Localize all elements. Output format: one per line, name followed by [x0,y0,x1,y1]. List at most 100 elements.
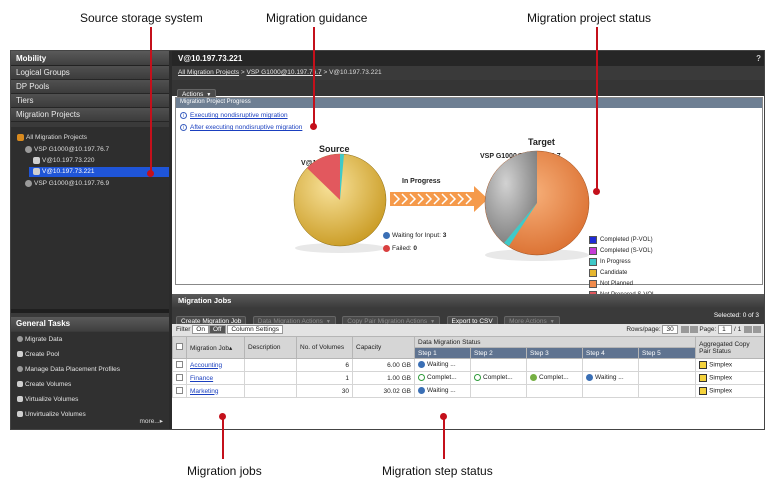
row-checkbox[interactable] [176,386,183,394]
task-migrate-data[interactable]: Migrate Data [17,336,62,343]
row-select-cell[interactable] [172,371,187,385]
legend-item: Candidate [589,267,655,278]
step-status-cell [637,358,697,372]
virtualize-icon [17,396,23,403]
waiting-status: Waiting for Input: 3 [383,232,446,239]
migration-jobs-toolbar: Create Migration Job Data Migration Acti… [172,308,764,327]
col-description[interactable]: Description [244,336,297,359]
step-status-cell[interactable]: Complet... [470,371,527,385]
task-label: Migrate Data [25,336,63,343]
rows-per-page-label: Rows/page: [626,326,661,333]
step-status-cell[interactable]: Complet... [526,371,583,385]
breadcrumb-storage[interactable]: VSP G1000@10.197.76.7 [246,69,321,76]
table-row[interactable]: Finance 1 1.00 GB Complet... Complet... Compl… [172,371,764,385]
actions-bar: Actions ▼ [172,80,764,100]
col-step-2[interactable]: Step 2 [470,347,527,359]
column-settings-button[interactable]: Column Settings [227,325,284,334]
job-name-link[interactable]: Accounting [190,362,222,369]
failed-status: Failed: 0 [383,245,417,252]
legend-swatch [589,246,597,255]
sidebar-item-dp-pools[interactable]: DP Pools [11,80,169,94]
step-status-cell [637,384,697,398]
next-page-icon[interactable] [744,325,752,333]
waiting-count: 3 [442,232,447,240]
progress-graphic [293,150,590,261]
filter-on-toggle[interactable]: On [192,325,209,334]
col-migration-job[interactable]: Migration Job▴ [186,336,245,359]
sidebar-splitter[interactable] [11,309,169,313]
task-create-pool[interactable]: Create Pool [17,351,59,358]
simplex-icon [699,387,708,395]
description-cell [244,371,297,385]
tree-node-vm-220[interactable]: V@10.197.73.220 [33,156,95,166]
select-all-checkbox[interactable] [176,343,183,350]
tree-node-all-projects[interactable]: All Migration Projects [17,133,87,143]
step-status-cell[interactable]: Complet... [414,371,471,385]
step-status-label: Complet... [427,374,457,382]
filter-off-toggle[interactable]: Off [208,325,226,334]
row-checkbox[interactable] [176,373,183,381]
row-select-cell[interactable] [172,384,187,398]
volumes-cell: 30 [296,384,353,398]
aggregated-status-label: Simplex [709,361,733,369]
filter-label: Filter [176,326,191,333]
migration-jobs-table: Migration Job▴ Description No. of Volume… [172,336,764,398]
task-label: Create Pool [25,351,60,358]
volumes-cell: 1 [296,371,353,385]
job-name-link[interactable]: Marketing [190,388,219,395]
step-status-cell[interactable]: Waiting ... [414,384,471,398]
col-volumes[interactable]: No. of Volumes [296,336,353,359]
col-step-3[interactable]: Step 3 [526,347,583,359]
row-select-cell[interactable] [172,358,187,372]
page-label: Page: [699,326,717,333]
step-status-label: Waiting ... [595,374,624,382]
col-step-4[interactable]: Step 4 [582,347,639,359]
rows-per-page-select[interactable]: 30 [662,325,678,334]
tree-node-storage-76-7[interactable]: VSP G1000@10.197.76.7 [25,145,109,155]
callout-line-project-status [596,27,598,192]
sidebar-item-tiers[interactable]: Tiers [11,94,169,108]
last-page-icon[interactable] [753,325,761,333]
step-status-cell [526,358,583,372]
aggregated-status-label: Simplex [709,387,733,395]
prev-page-icon[interactable] [689,325,698,333]
row-checkbox[interactable] [176,360,183,368]
folder-icon [17,133,24,141]
volumes-cell: 6 [296,358,353,372]
tree-node-label: VSP G1000@10.197.76.7 [34,146,110,153]
legend-label: Not Planned [600,280,634,287]
callout-project-status: Migration project status [527,11,652,25]
task-create-volumes[interactable]: Create Volumes [17,381,71,388]
first-page-icon[interactable] [680,325,689,333]
page-input[interactable]: 1 [718,325,733,334]
job-name-link[interactable]: Finance [190,375,213,382]
sidebar-item-migration-projects[interactable]: Migration Projects [11,108,169,122]
table-row[interactable]: Accounting 6 6.00 GB Waiting ... Simplex [172,358,764,372]
step-status-cell[interactable]: Waiting ... [582,371,639,385]
col-capacity[interactable]: Capacity [352,336,415,359]
task-manage-profiles[interactable]: Manage Data Placement Profiles [17,366,120,373]
progress-panel-title: Migration Project Progress [176,98,762,108]
more-tasks-link[interactable]: more...▸ [140,417,164,425]
callout-pointer-guidance [310,123,317,130]
task-virtualize-volumes[interactable]: Virtualize Volumes [17,396,78,403]
step-status-cell [526,384,583,398]
task-label: Unvirtualize Volumes [25,411,86,418]
breadcrumb-all-projects[interactable]: All Migration Projects [178,69,239,76]
completed-icon [474,374,481,382]
tree-node-storage-76-9[interactable]: VSP G1000@10.197.76.9 [25,179,109,189]
virtual-storage-icon [33,156,40,164]
step-status-cell [582,358,639,372]
select-all-header[interactable] [172,336,187,359]
task-unvirtualize-volumes[interactable]: Unvirtualize Volumes [17,411,86,418]
help-icon[interactable]: ? [756,54,761,63]
table-row[interactable]: Marketing 30 30.02 GB Waiting ... Simplex [172,384,764,398]
sidebar-item-logical-groups[interactable]: Logical Groups [11,66,169,80]
callout-line-jobs [222,416,224,459]
col-step-1[interactable]: Step 1 [414,347,471,359]
col-step-5[interactable]: Step 5 [637,347,697,359]
sidebar: Mobility Logical Groups DP Pools Tiers M… [11,51,169,429]
col-aggregated-status[interactable]: Aggregated Copy Pair Status [695,336,764,359]
step-status-cell[interactable]: Waiting ... [414,358,471,372]
completed-icon [418,374,425,382]
